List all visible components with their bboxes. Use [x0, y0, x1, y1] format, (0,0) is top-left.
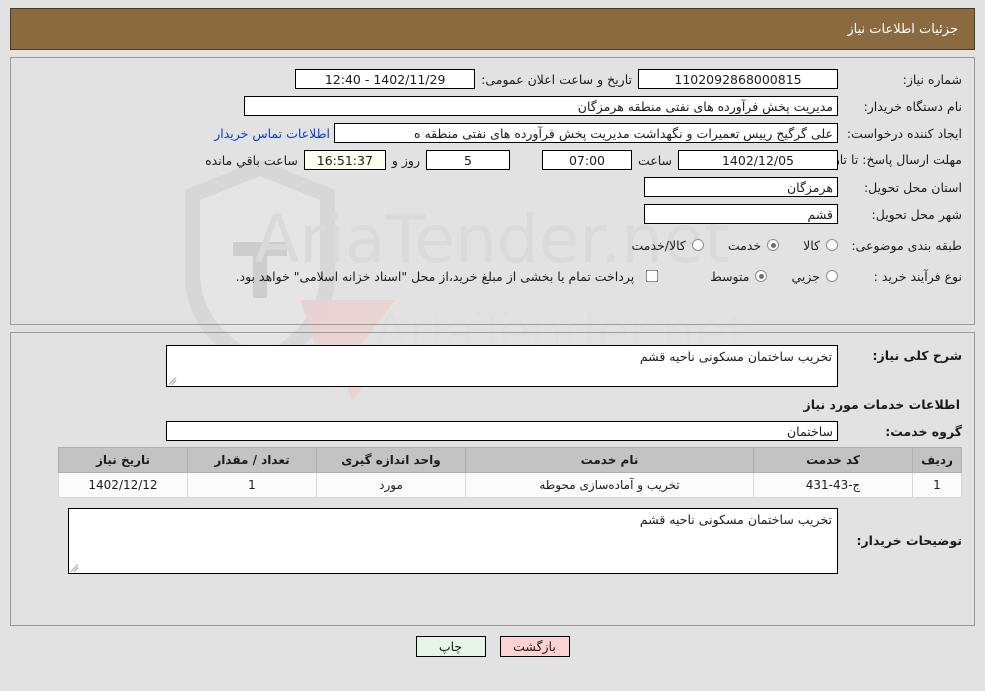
- deadline-date-field[interactable]: 1402/12/05: [678, 150, 838, 170]
- row-need-number: شماره نیاز: 1102092868000815 تاریخ و ساع…: [23, 68, 962, 90]
- row-deadline: مهلت ارسال پاسخ: تا تاریخ: 1402/12/05 سا…: [23, 149, 962, 171]
- service-group-label: گروه خدمت:: [885, 423, 962, 439]
- category-option-service-label: خدمت: [727, 237, 762, 253]
- row-city: شهر محل تحویل: قشم: [23, 203, 962, 225]
- col-index: ردیف: [912, 447, 962, 473]
- days-remaining-field[interactable]: 5: [425, 150, 510, 170]
- cell-code: ج-43-431: [753, 472, 913, 498]
- footer-actions: بازگشت چاپ: [10, 636, 975, 657]
- deadline-label: مهلت ارسال پاسخ: تا تاریخ:: [817, 152, 962, 167]
- row-buyer-org: نام دستگاه خریدار: مدیریت پخش فرآورده ها…: [23, 95, 962, 117]
- description-label: شرح کلی نیاز:: [872, 348, 962, 363]
- back-button[interactable]: بازگشت: [499, 636, 570, 657]
- city-field[interactable]: قشم: [644, 204, 838, 224]
- city-label: شهر محل تحویل:: [871, 206, 962, 222]
- row-process: نوع فرآیند خرید : جزیي متوسط پرداخت تمام…: [23, 265, 962, 287]
- radio-icon-service[interactable]: [767, 239, 780, 251]
- process-option-medium-label: متوسط: [710, 268, 750, 284]
- col-unit: واحد اندازه گیری: [316, 447, 466, 473]
- services-section-title: اطلاعات خدمات مورد نیاز: [803, 397, 961, 412]
- row-category: طبقه بندی موضوعی: کالا خدمت کالا/خدمت: [23, 234, 962, 256]
- buyer-contact-link[interactable]: اطلاعات تماس خریدار: [210, 126, 334, 141]
- treasury-checkbox[interactable]: [646, 270, 659, 282]
- description-textarea[interactable]: تخریب ساختمان مسکونی ناحیه قشم: [166, 345, 838, 387]
- need-number-label: شماره نیاز:: [902, 71, 962, 87]
- need-details-panel: شرح کلی نیاز: تخریب ساختمان مسکونی ناحیه…: [10, 332, 975, 626]
- process-option-medium[interactable]: متوسط: [710, 268, 768, 284]
- province-field[interactable]: هرمزگان: [644, 177, 838, 197]
- countdown-field: 16:51:37: [303, 150, 386, 170]
- buyer-org-label: نام دستگاه خریدار:: [863, 98, 962, 114]
- cell-need-date: 1402/12/12: [58, 472, 188, 498]
- category-label: طبقه بندی موضوعی:: [851, 237, 962, 253]
- row-creator: ایجاد کننده درخواست: علی گرگیج رییس تعمی…: [23, 122, 962, 144]
- cell-quantity: 1: [187, 472, 317, 498]
- deadline-hour-label: ساعت: [637, 152, 672, 168]
- category-option-goods-service[interactable]: کالا/خدمت: [631, 237, 704, 253]
- radio-icon-goods[interactable]: [826, 239, 838, 251]
- page-root: جزئیات اطلاعات نیاز شماره نیاز: 11020928…: [0, 0, 985, 691]
- services-table: ردیف کد خدمت نام خدمت واحد اندازه گیری ت…: [58, 447, 962, 498]
- page-title: جزئیات اطلاعات نیاز: [847, 22, 958, 37]
- col-name: نام خدمت: [465, 447, 754, 473]
- days-label: روز و: [391, 152, 420, 168]
- province-label: استان محل تحویل:: [863, 179, 962, 195]
- col-need-date: تاریخ نیاز: [58, 447, 188, 473]
- services-table-header-row: ردیف کد خدمت نام خدمت واحد اندازه گیری ت…: [58, 447, 962, 473]
- category-option-goods-service-label: کالا/خدمت: [631, 237, 686, 253]
- cell-index: 1: [912, 472, 962, 498]
- row-province: استان محل تحویل: هرمزگان: [23, 176, 962, 198]
- service-group-field[interactable]: ساختمان: [166, 421, 838, 441]
- cell-name: تخریب و آماده‌سازی محوطه: [465, 472, 754, 498]
- row-service-group: گروه خدمت: ساختمان: [23, 420, 962, 442]
- radio-icon-medium[interactable]: [755, 270, 768, 282]
- category-option-goods-label: کالا: [803, 237, 820, 253]
- buyer-notes-textarea-wrap: تخریب ساختمان مسکونی ناحیه قشم: [68, 508, 838, 574]
- process-option-minor[interactable]: جزیي: [791, 269, 838, 284]
- process-label: نوع فرآیند خرید :: [873, 268, 962, 284]
- treasury-note-label: پرداخت تمام یا بخشی از مبلغ خرید،از محل …: [235, 268, 635, 284]
- col-quantity: تعداد / مقدار: [187, 447, 317, 473]
- remaining-hours-label: ساعت باقي مانده: [205, 152, 298, 168]
- announce-datetime-field[interactable]: 1402/11/29 - 12:40: [295, 69, 476, 89]
- category-option-service[interactable]: خدمت: [727, 237, 780, 253]
- row-description: شرح کلی نیاز: تخریب ساختمان مسکونی ناحیه…: [23, 345, 962, 387]
- page-header: جزئیات اطلاعات نیاز: [10, 8, 975, 50]
- row-buyer-notes: توضیحات خریدار: تخریب ساختمان مسکونی ناح…: [23, 508, 962, 574]
- process-radio-group: جزیي متوسط: [686, 269, 838, 284]
- buyer-notes-textarea[interactable]: تخریب ساختمان مسکونی ناحیه قشم: [68, 508, 838, 574]
- print-button[interactable]: چاپ: [415, 636, 486, 657]
- treasury-note-group: پرداخت تمام یا بخشی از مبلغ خرید،از محل …: [230, 269, 659, 284]
- radio-icon-goods-service[interactable]: [691, 239, 704, 251]
- description-textarea-wrap: تخریب ساختمان مسکونی ناحیه قشم: [166, 345, 838, 387]
- deadline-time-field[interactable]: 07:00: [541, 150, 632, 170]
- need-info-panel: شماره نیاز: 1102092868000815 تاریخ و ساع…: [10, 57, 975, 325]
- buyer-org-field[interactable]: مدیریت پخش فرآورده های نفتی منطقه هرمزگا…: [244, 96, 838, 116]
- category-radio-group: کالا خدمت کالا/خدمت: [607, 238, 838, 253]
- col-code: کد خدمت: [753, 447, 913, 473]
- need-number-field[interactable]: 1102092868000815: [638, 69, 838, 89]
- announce-label: تاریخ و ساعت اعلان عمومی:: [481, 71, 632, 87]
- cell-unit: مورد: [316, 472, 466, 498]
- buyer-notes-label: توضیحات خریدار:: [856, 533, 962, 548]
- table-row: 1 ج-43-431 تخریب و آماده‌سازی محوطه مورد…: [58, 472, 962, 498]
- process-option-minor-label: جزیي: [791, 268, 820, 284]
- category-option-goods[interactable]: کالا: [803, 238, 838, 253]
- creator-label: ایجاد کننده درخواست:: [846, 125, 962, 141]
- creator-field[interactable]: علی گرگیج رییس تعمیرات و نگهداشت مدیریت …: [334, 123, 838, 143]
- radio-icon-minor[interactable]: [826, 270, 838, 282]
